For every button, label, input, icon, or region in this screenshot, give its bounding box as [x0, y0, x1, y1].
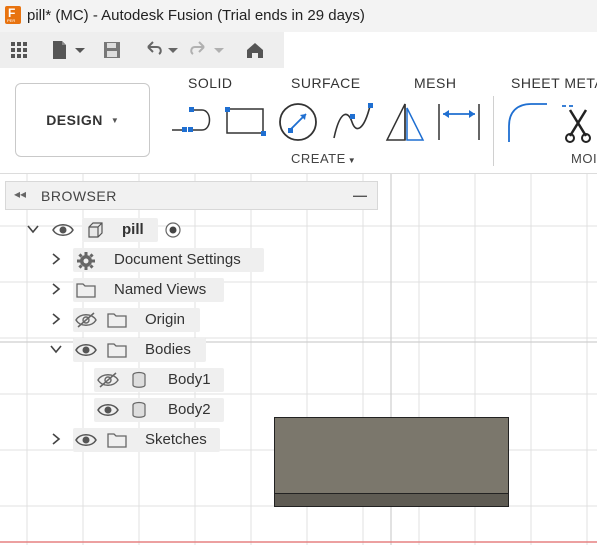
browser-node-named-views[interactable]: Named Views — [45, 278, 235, 302]
body1-label: Body1 — [168, 371, 211, 388]
named-views-label: Named Views — [114, 281, 207, 298]
chevron-right-icon[interactable] — [49, 252, 63, 266]
create-label: CREATE — [291, 151, 346, 166]
body2-label: Body2 — [168, 401, 211, 418]
qat-empty-area — [284, 32, 597, 68]
folder-icon — [107, 313, 127, 328]
folder-icon — [107, 433, 127, 448]
circle-icon — [279, 103, 317, 141]
dimension-tool[interactable] — [437, 100, 481, 149]
folder-icon — [107, 343, 127, 358]
browser-node-body2[interactable]: Body2 — [90, 398, 240, 422]
home-icon[interactable] — [245, 40, 265, 60]
redo-button[interactable] — [188, 40, 224, 60]
redo-icon — [190, 41, 224, 55]
chevron-right-icon[interactable] — [49, 312, 63, 326]
browser-node-origin[interactable]: Origin — [45, 308, 205, 332]
eye-hidden-icon[interactable] — [75, 311, 97, 329]
body-icon — [132, 371, 146, 388]
mirror-icon — [385, 103, 425, 141]
create-dropdown[interactable]: CREATE ▼ — [291, 151, 356, 166]
sketches-label: Sketches — [145, 431, 207, 448]
chevron-right-icon[interactable] — [49, 282, 63, 296]
ribbon-separator — [493, 96, 494, 166]
tab-mesh[interactable]: MESH — [414, 75, 456, 91]
browser-node-root[interactable]: pill — [20, 218, 200, 242]
chevron-down-icon[interactable] — [49, 342, 63, 356]
collapse-panel-icon[interactable]: ◂◂ — [14, 187, 26, 201]
dimension-icon — [438, 104, 480, 140]
root-label: pill — [122, 221, 144, 238]
minimize-icon[interactable]: — — [353, 187, 367, 203]
undo-icon — [147, 41, 178, 55]
fillet-tool[interactable] — [505, 100, 549, 149]
create-sketch-tool[interactable] — [170, 100, 214, 149]
apps-grid-icon[interactable] — [10, 40, 28, 60]
chevron-down-icon[interactable] — [26, 222, 40, 236]
window-title: pill* (MC) - Autodesk Fusion (Trial ends… — [27, 7, 365, 24]
eye-icon[interactable] — [75, 341, 97, 359]
rectangle-icon — [225, 107, 266, 136]
origin-label: Origin — [145, 311, 186, 328]
browser-node-document-settings[interactable]: Document Settings — [45, 248, 265, 272]
ribbon: DESIGN ▼ SOLID SURFACE MESH SHEET METAL — [0, 68, 597, 174]
fusion-app-icon[interactable]: F PER — [5, 6, 21, 24]
chevron-down-icon: ▼ — [110, 115, 119, 125]
browser-node-sketches[interactable]: Sketches — [45, 428, 225, 452]
workspace-switcher[interactable]: DESIGN ▼ — [15, 83, 150, 157]
component-icon — [88, 222, 103, 238]
mirror-tool[interactable] — [383, 100, 427, 149]
undo-button[interactable] — [144, 40, 178, 60]
body2-solid[interactable] — [274, 417, 509, 507]
body-icon — [132, 401, 146, 418]
body-bottom-face — [275, 493, 508, 506]
scissors-icon — [562, 105, 591, 143]
save-icon[interactable] — [103, 40, 121, 60]
browser-title: BROWSER — [41, 188, 117, 204]
tab-surface[interactable]: SURFACE — [291, 75, 361, 91]
chevron-down-icon: ▼ — [347, 156, 357, 165]
file-icon — [53, 41, 85, 59]
file-menu-button[interactable] — [51, 40, 85, 60]
sketch-icon — [172, 107, 211, 132]
bodies-label: Bodies — [145, 341, 191, 358]
browser-header: ◂◂ BROWSER — — [5, 181, 378, 210]
chevron-right-icon[interactable] — [49, 432, 63, 446]
tab-solid[interactable]: SOLID — [188, 75, 233, 91]
gear-icon — [77, 252, 95, 270]
modify-dropdown[interactable]: MOI — [571, 151, 597, 166]
eye-hidden-icon[interactable] — [97, 371, 119, 389]
spline-icon — [333, 103, 373, 139]
split-tool[interactable] — [558, 100, 597, 149]
browser-node-body1[interactable]: Body1 — [90, 368, 240, 392]
title-bar: F PER pill* (MC) - Autodesk Fusion (Tria… — [0, 0, 597, 32]
tab-sheet-metal[interactable]: SHEET METAL — [511, 75, 597, 91]
circle-tool[interactable] — [276, 100, 320, 149]
browser-node-bodies[interactable]: Bodies — [45, 338, 215, 362]
active-radio-icon[interactable] — [164, 221, 182, 239]
spline-tool[interactable] — [330, 100, 374, 149]
workspace-label: DESIGN — [46, 112, 103, 128]
app-icon-sub: PER — [7, 18, 16, 23]
eye-icon[interactable] — [52, 221, 74, 239]
quick-access-toolbar — [0, 32, 284, 68]
eye-icon[interactable] — [97, 401, 119, 419]
eye-icon[interactable] — [75, 431, 97, 449]
rectangle-tool[interactable] — [223, 100, 267, 149]
folder-icon — [76, 283, 96, 298]
document-settings-label: Document Settings — [114, 251, 241, 268]
fillet-icon — [508, 103, 547, 142]
